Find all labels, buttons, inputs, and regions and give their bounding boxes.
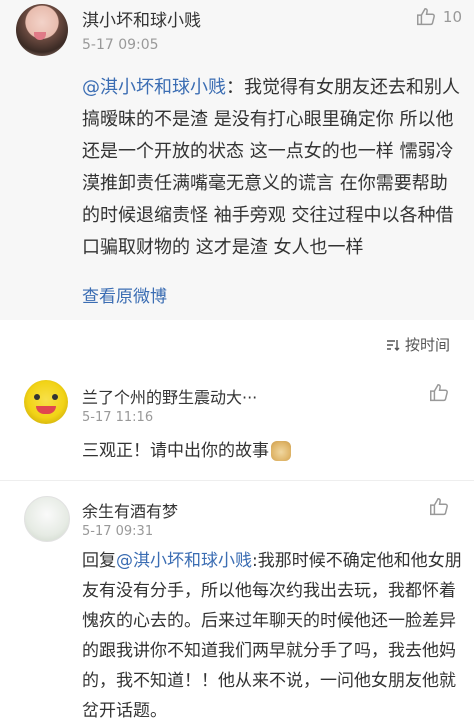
repost-card: 淇小坏和球小贱 5-17 09:05 10 @淇小坏和球小贱：我觉得有女朋友还去… <box>0 0 474 320</box>
comment-item: 余生有酒有梦 5-17 09:31 回复@淇小坏和球小贱:我那时候不确定他和他女… <box>0 482 474 728</box>
mention-link[interactable]: @淇小坏和球小贱 <box>116 551 252 571</box>
comment-text: 三观正！请中出你的故事 <box>82 436 462 466</box>
repost-text: @淇小坏和球小贱：我觉得有女朋友还去和别人搞暧昧的不是渣 是没有打心眼里确定你 … <box>82 72 462 264</box>
repost-time: 5-17 09:05 <box>82 37 159 53</box>
comment-time: 5-17 11:16 <box>82 410 154 425</box>
thumbs-up-icon <box>416 8 435 26</box>
comment-like-button[interactable] <box>428 382 450 404</box>
sort-button[interactable]: 按时间 <box>385 334 450 355</box>
mention-link[interactable]: @淇小坏和球小贱 <box>82 77 226 98</box>
avatar[interactable] <box>16 4 68 56</box>
comment-text-body: :我那时候不确定他和他女朋友有没有分手，所以他每次约我出去玩，我都怀着愧疚的心去… <box>82 551 462 721</box>
like-count: 10 <box>442 8 462 26</box>
comment-item: 兰了个州的野生震动大··· 5-17 11:16 三观正！请中出你的故事 <box>0 368 474 481</box>
repost-username[interactable]: 淇小坏和球小贱 <box>82 6 201 31</box>
sort-label: 按时间 <box>404 336 450 354</box>
repost-like-button[interactable]: 10 <box>415 6 462 28</box>
comment-page: 淇小坏和球小贱 5-17 09:05 10 @淇小坏和球小贱：我觉得有女朋友还去… <box>0 0 474 728</box>
comment-like-button[interactable] <box>428 496 450 518</box>
comment-username[interactable]: 余生有酒有梦 <box>82 498 178 522</box>
sort-icon <box>386 339 400 351</box>
comment-username[interactable]: 兰了个州的野生震动大··· <box>82 384 257 408</box>
avatar[interactable] <box>24 380 68 424</box>
thumbs-up-icon <box>430 384 448 402</box>
comment-text-body: 三观正！请中出你的故事 <box>82 441 269 461</box>
avatar[interactable] <box>24 496 70 542</box>
reply-prefix: 回复 <box>82 551 116 571</box>
view-original-link[interactable]: 查看原微博 <box>82 282 167 307</box>
sort-bar: 按时间 <box>0 320 474 369</box>
comment-time: 5-17 09:31 <box>82 524 154 539</box>
doge-emoji-icon <box>271 441 291 461</box>
comment-text: 回复@淇小坏和球小贱:我那时候不确定他和他女朋友有没有分手，所以他每次约我出去玩… <box>82 546 462 726</box>
repost-text-body: ：我觉得有女朋友还去和别人搞暧昧的不是渣 是没有打心眼里确定你 所以他还是一个开… <box>82 77 460 258</box>
thumbs-up-icon <box>430 498 448 516</box>
